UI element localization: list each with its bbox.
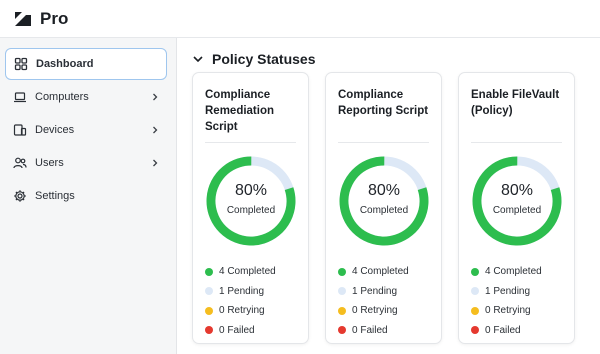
devices-icon xyxy=(13,123,27,137)
legend-label: 4 Completed xyxy=(352,266,409,278)
sidebar-item-devices[interactable]: Devices xyxy=(5,114,167,145)
sidebar-item-label: Users xyxy=(35,156,64,169)
completion-donut: 80% Completed xyxy=(471,155,563,247)
card-divider xyxy=(471,142,562,143)
policy-card-title: Compliance Remediation Script xyxy=(205,89,275,133)
legend-failed: 0 Failed xyxy=(471,321,542,341)
policy-card-title: Enable FileVault (Policy) xyxy=(471,89,560,117)
legend-failed: 0 Failed xyxy=(205,321,276,341)
status-legend: 4 Completed 1 Pending 0 Retrying 0 Faile… xyxy=(205,262,276,340)
completion-label: Completed xyxy=(492,205,542,216)
top-bar: Pro xyxy=(0,0,600,38)
sidebar-item-users[interactable]: Users xyxy=(5,147,167,178)
legend-pending: 1 Pending xyxy=(338,282,409,302)
section-title: Policy Statuses xyxy=(212,51,316,67)
policy-card[interactable]: Compliance Remediation Script 80% Comple… xyxy=(192,72,309,344)
dashboard-icon xyxy=(14,57,28,71)
legend-pending: 1 Pending xyxy=(471,282,542,302)
card-divider xyxy=(338,142,429,143)
legend-completed: 4 Completed xyxy=(205,262,276,282)
sidebar-item-dashboard[interactable]: Dashboard xyxy=(5,48,167,80)
policy-statuses-header[interactable]: Policy Statuses xyxy=(192,51,316,67)
legend-label: 4 Completed xyxy=(485,266,542,278)
failed-dot-icon xyxy=(338,326,346,335)
legend-retrying: 0 Retrying xyxy=(471,301,542,321)
users-icon xyxy=(13,156,27,170)
completion-label: Completed xyxy=(226,205,276,216)
legend-completed: 4 Completed xyxy=(338,262,409,282)
failed-dot-icon xyxy=(471,326,479,335)
legend-label: 0 Failed xyxy=(352,324,388,336)
policy-card[interactable]: Enable FileVault (Policy) 80% Completed … xyxy=(458,72,575,344)
legend-label: 1 Pending xyxy=(219,285,265,297)
legend-failed: 0 Failed xyxy=(338,321,409,341)
legend-label: 0 Retrying xyxy=(352,305,398,317)
sidebar-item-label: Computers xyxy=(35,90,89,103)
card-divider xyxy=(205,142,296,143)
completion-percent: 80% xyxy=(234,182,268,199)
status-legend: 4 Completed 1 Pending 0 Retrying 0 Faile… xyxy=(471,262,542,340)
chevron-right-icon[interactable] xyxy=(151,159,159,167)
retrying-dot-icon xyxy=(205,306,213,315)
completion-donut: 80% Completed xyxy=(338,155,430,247)
completion-donut: 80% Completed xyxy=(205,155,297,247)
sidebar-item-label: Dashboard xyxy=(36,58,94,70)
legend-label: 1 Pending xyxy=(485,285,531,297)
failed-dot-icon xyxy=(205,326,213,335)
completion-percent: 80% xyxy=(367,182,401,199)
retrying-dot-icon xyxy=(471,306,479,315)
legend-label: 4 Completed xyxy=(219,266,276,278)
legend-retrying: 0 Retrying xyxy=(205,301,276,321)
policy-card-title: Compliance Reporting Script xyxy=(338,89,429,117)
donut-progress xyxy=(472,156,562,246)
completed-dot-icon xyxy=(471,267,479,276)
main-content: Policy Statuses Compliance Remediation S… xyxy=(178,38,600,354)
chevron-down-icon[interactable] xyxy=(192,53,204,65)
jamf-logo-icon[interactable] xyxy=(13,9,33,29)
completed-dot-icon xyxy=(338,267,346,276)
legend-label: 0 Failed xyxy=(219,324,255,336)
donut-progress xyxy=(206,156,296,246)
policy-card[interactable]: Compliance Reporting Script 80% Complete… xyxy=(325,72,442,344)
completion-percent: 80% xyxy=(500,182,534,199)
sidebar: Dashboard Computers Devices Users Settin… xyxy=(0,38,177,354)
sidebar-item-settings[interactable]: Settings xyxy=(5,180,167,211)
legend-label: 1 Pending xyxy=(352,285,398,297)
gear-icon xyxy=(13,189,27,203)
chevron-right-icon[interactable] xyxy=(151,93,159,101)
legend-retrying: 0 Retrying xyxy=(338,301,409,321)
pending-dot-icon xyxy=(205,287,213,296)
sidebar-item-label: Settings xyxy=(35,189,75,202)
completed-dot-icon xyxy=(205,267,213,276)
status-legend: 4 Completed 1 Pending 0 Retrying 0 Faile… xyxy=(338,262,409,340)
app-title: Pro xyxy=(40,8,69,28)
legend-label: 0 Retrying xyxy=(485,305,531,317)
completion-label: Completed xyxy=(359,205,409,216)
pending-dot-icon xyxy=(338,287,346,296)
donut-progress xyxy=(339,156,429,246)
chevron-right-icon[interactable] xyxy=(151,126,159,134)
legend-completed: 4 Completed xyxy=(471,262,542,282)
laptop-icon xyxy=(13,90,27,104)
pending-dot-icon xyxy=(471,287,479,296)
retrying-dot-icon xyxy=(338,306,346,315)
legend-pending: 1 Pending xyxy=(205,282,276,302)
legend-label: 0 Retrying xyxy=(219,305,265,317)
sidebar-item-computers[interactable]: Computers xyxy=(5,81,167,112)
legend-label: 0 Failed xyxy=(485,324,521,336)
sidebar-item-label: Devices xyxy=(35,123,75,136)
